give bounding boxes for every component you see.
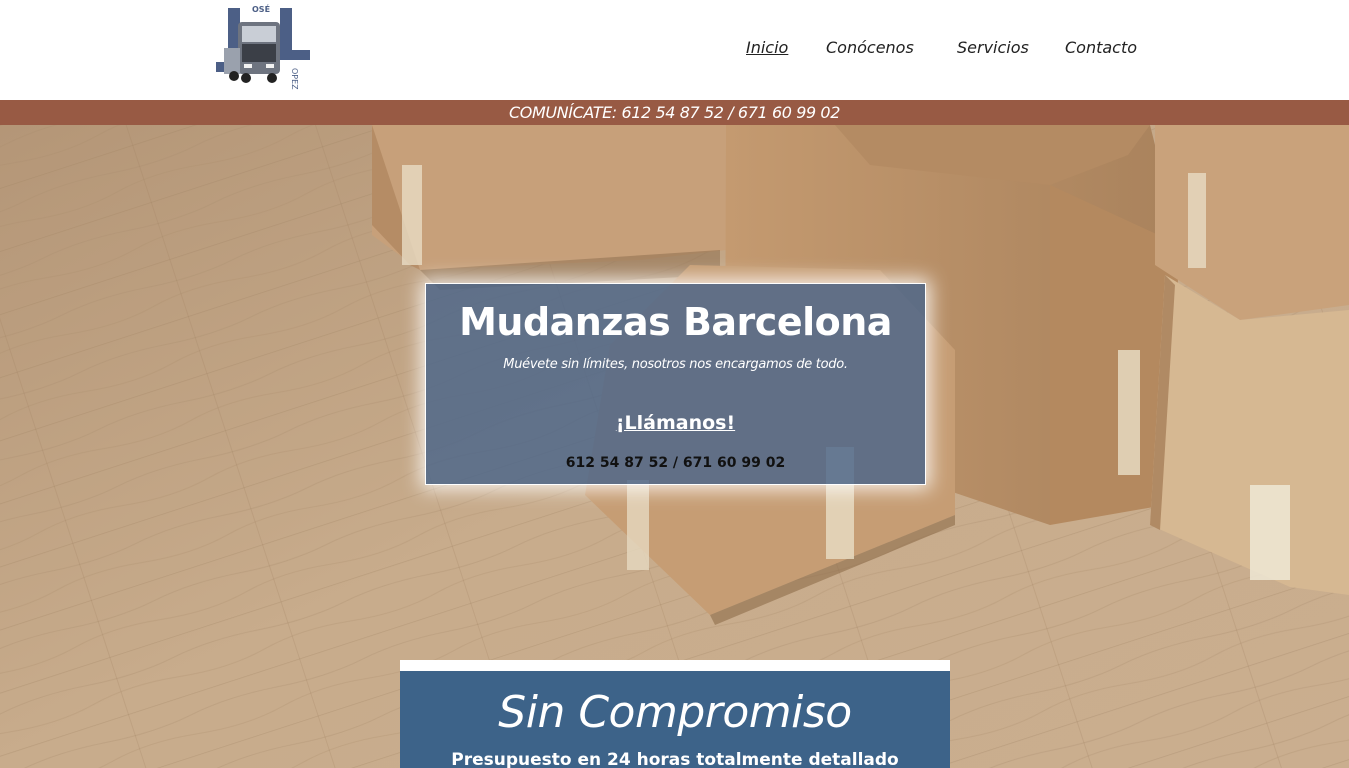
site-header: OSÉ OPEZ Inicio Conócenos Servicios Cont…: [0, 0, 1349, 100]
logo[interactable]: OSÉ OPEZ: [214, 4, 312, 96]
logo-side-text: OPEZ: [290, 68, 299, 90]
nav-item-contacto[interactable]: Contacto: [1065, 38, 1137, 57]
contact-strip: COMUNÍCATE: 612 54 87 52 / 671 60 99 02: [0, 100, 1349, 125]
promo-frame: Sin Compromiso Presupuesto en 24 horas t…: [400, 660, 950, 768]
promo-card: Sin Compromiso Presupuesto en 24 horas t…: [400, 671, 950, 768]
promo-subtitle: Presupuesto en 24 horas totalmente detal…: [451, 750, 899, 768]
promo-title: Sin Compromiso: [498, 687, 852, 738]
nav-item-servicios[interactable]: Servicios: [957, 38, 1029, 57]
hero-phone-numbers: 612 54 87 52 / 671 60 99 02: [565, 455, 786, 471]
contact-strip-text: COMUNÍCATE: 612 54 87 52 / 671 60 99 02: [509, 103, 840, 122]
logo-top-text: OSÉ: [252, 4, 270, 14]
hero-subtitle: Muévete sin límites, nosotros nos encarg…: [503, 357, 848, 372]
call-us-link[interactable]: ¡Llámanos!: [426, 412, 925, 434]
hero-card: Mudanzas Barcelona Muévete sin límites, …: [425, 283, 926, 485]
hero-section: Mudanzas Barcelona Muévete sin límites, …: [0, 125, 1349, 768]
hero-title: Mudanzas Barcelona: [459, 300, 892, 344]
nav-item-conocenos[interactable]: Conócenos: [826, 38, 914, 57]
nav-item-inicio[interactable]: Inicio: [746, 38, 788, 57]
